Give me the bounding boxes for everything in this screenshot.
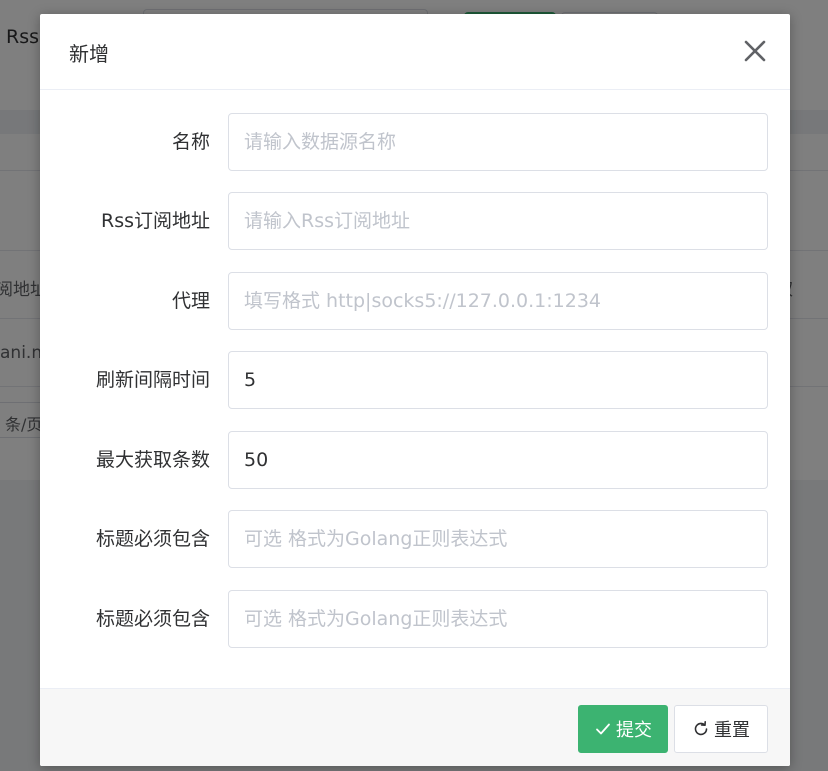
rss-url-label: Rss订阅地址 xyxy=(101,210,210,232)
add-source-dialog: 新增 名称 Rss订阅地址 代理 刷新间隔时间 最大获取条数 标题必须包含 标题… xyxy=(40,14,790,766)
refresh-interval-input[interactable] xyxy=(228,351,768,409)
title-include-label-2: 标题必须包含 xyxy=(95,608,210,630)
form-row-title-include-2: 标题必须包含 xyxy=(40,590,790,648)
form-row-proxy: 代理 xyxy=(40,272,790,330)
rss-url-input[interactable] xyxy=(228,192,768,250)
close-icon xyxy=(744,40,766,62)
reset-button[interactable]: 重置 xyxy=(674,705,768,753)
refresh-interval-label: 刷新间隔时间 xyxy=(95,369,210,391)
proxy-label: 代理 xyxy=(171,290,210,312)
close-button[interactable] xyxy=(740,36,770,66)
form-row-title-include: 标题必须包含 xyxy=(40,510,790,568)
refresh-icon xyxy=(692,720,710,738)
title-include-input-2[interactable] xyxy=(228,590,768,648)
check-icon xyxy=(594,720,612,738)
name-input[interactable] xyxy=(228,113,768,171)
title-include-input[interactable] xyxy=(228,510,768,568)
dialog-title: 新增 xyxy=(69,42,109,66)
max-items-input[interactable] xyxy=(228,431,768,489)
name-label: 名称 xyxy=(171,131,210,153)
submit-label: 提交 xyxy=(616,720,652,741)
form-row-max-items: 最大获取条数 xyxy=(40,431,790,489)
dialog-header: 新增 xyxy=(40,14,790,90)
form-row-refresh-interval: 刷新间隔时间 xyxy=(40,351,790,409)
form-row-name: 名称 xyxy=(40,113,790,171)
max-items-label: 最大获取条数 xyxy=(95,449,210,471)
reset-label: 重置 xyxy=(714,720,750,741)
submit-button[interactable]: 提交 xyxy=(578,705,668,753)
dialog-footer: 提交 重置 xyxy=(40,688,790,766)
title-include-label: 标题必须包含 xyxy=(95,528,210,550)
proxy-input[interactable] xyxy=(228,272,768,330)
form-row-rss-url: Rss订阅地址 xyxy=(40,192,790,250)
